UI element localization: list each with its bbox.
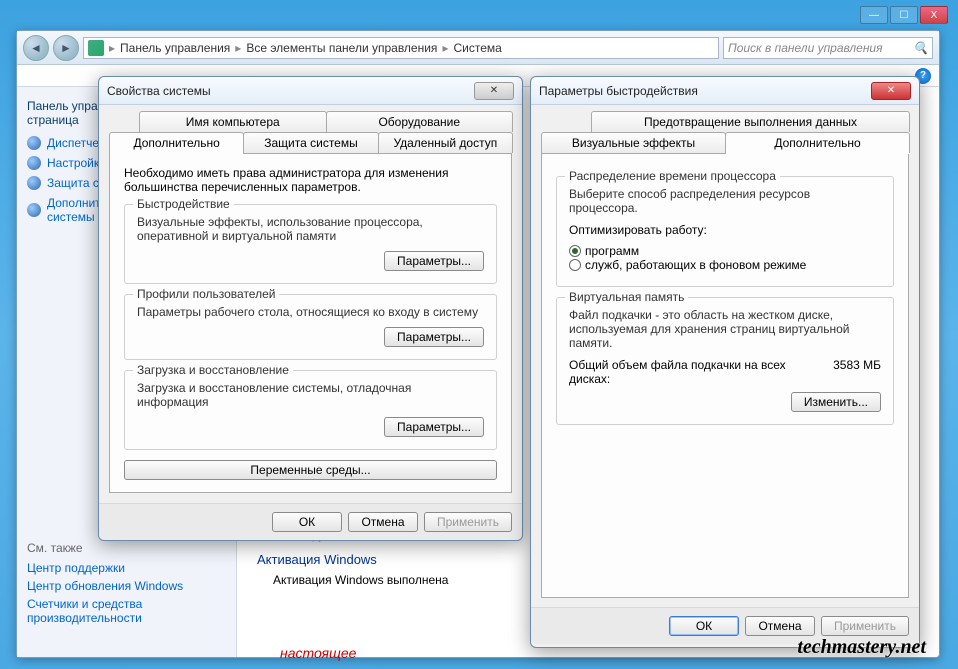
tab-advanced[interactable]: Дополнительно xyxy=(109,132,244,153)
dialog-titlebar[interactable]: Параметры быстродействия ✕ xyxy=(531,77,919,105)
admin-note: Необходимо иметь права администратора дл… xyxy=(124,166,497,194)
radio-programs[interactable]: программ xyxy=(569,244,639,258)
chevron-right-icon: ▸ xyxy=(106,41,118,55)
breadcrumb[interactable]: ▸ Панель управления ▸ Все элементы панел… xyxy=(83,37,719,59)
see-also-action-center[interactable]: Центр поддержки xyxy=(27,559,227,577)
breadcrumb-leaf[interactable]: Система xyxy=(453,41,501,55)
close-button[interactable]: X xyxy=(920,6,948,24)
vmem-change-button[interactable]: Изменить... xyxy=(791,392,881,412)
tab-advanced[interactable]: Дополнительно xyxy=(725,132,910,153)
forward-button[interactable]: ► xyxy=(53,35,79,61)
tab-remote[interactable]: Удаленный доступ xyxy=(378,132,513,153)
vmem-total-label: Общий объем файла подкачки на всех диска… xyxy=(569,358,799,386)
ok-button[interactable]: ОК xyxy=(669,616,739,636)
apply-button[interactable]: Применить xyxy=(424,512,512,532)
window-controls: — ☐ X xyxy=(860,6,948,24)
radio-dot-icon xyxy=(569,259,581,271)
group-desc: Загрузка и восстановление системы, отлад… xyxy=(137,381,484,409)
see-also: См. также Центр поддержки Центр обновлен… xyxy=(27,541,227,627)
search-icon: 🔍 xyxy=(913,41,928,55)
radio-dot-icon xyxy=(569,245,581,257)
radio-label: программ xyxy=(585,244,639,258)
group-title: Распределение времени процессора xyxy=(565,169,780,183)
chevron-right-icon: ▸ xyxy=(439,41,451,55)
performance-settings-button[interactable]: Параметры... xyxy=(384,251,484,271)
close-button[interactable]: ✕ xyxy=(871,82,911,100)
performance-group: Быстродействие Визуальные эффекты, испол… xyxy=(124,204,497,284)
tab-hardware[interactable]: Оборудование xyxy=(326,111,514,132)
shield-icon xyxy=(27,176,41,190)
vmem-total-value: 3583 МБ xyxy=(833,358,881,386)
cancel-button[interactable]: Отмена xyxy=(745,616,815,636)
boot-group: Загрузка и восстановление Загрузка и вос… xyxy=(124,370,497,450)
dialog-titlebar[interactable]: Свойства системы ✕ xyxy=(99,77,522,105)
radio-services[interactable]: служб, работающих в фоновом режиме xyxy=(569,258,806,272)
activation-status: Активация Windows выполнена xyxy=(257,573,498,587)
address-bar: ◄ ► ▸ Панель управления ▸ Все элементы п… xyxy=(17,31,939,65)
system-properties-dialog: Свойства системы ✕ Имя компьютера Оборуд… xyxy=(98,76,523,541)
apply-button[interactable]: Применить xyxy=(821,616,909,636)
group-desc: Выберите способ распределения ресурсов п… xyxy=(569,187,881,215)
see-also-perf-tools[interactable]: Счетчики и средства производительности xyxy=(27,595,227,627)
taskbar-text: настоящее xyxy=(280,645,356,661)
group-title: Профили пользователей xyxy=(133,287,279,301)
env-vars-button[interactable]: Переменные среды... xyxy=(124,460,497,480)
boot-settings-button[interactable]: Параметры... xyxy=(384,417,484,437)
vmem-group: Виртуальная память Файл подкачки - это о… xyxy=(556,297,894,425)
cancel-button[interactable]: Отмена xyxy=(348,512,418,532)
dialog-title: Параметры быстродействия xyxy=(539,84,871,98)
search-input[interactable]: Поиск в панели управления 🔍 xyxy=(723,37,933,59)
group-desc: Параметры рабочего стола, относящиеся ко… xyxy=(137,305,484,319)
shield-icon xyxy=(27,136,41,150)
back-button[interactable]: ◄ xyxy=(23,35,49,61)
dialog-title: Свойства системы xyxy=(107,84,474,98)
close-button[interactable]: ✕ xyxy=(474,82,514,100)
group-desc: Файл подкачки - это область на жестком д… xyxy=(569,308,881,350)
tab-visual-effects[interactable]: Визуальные эффекты xyxy=(541,132,726,153)
scheduling-group: Распределение времени процессора Выберит… xyxy=(556,176,894,287)
shield-icon xyxy=(27,156,41,170)
group-title: Загрузка и восстановление xyxy=(133,363,293,377)
chevron-right-icon: ▸ xyxy=(232,41,244,55)
search-placeholder: Поиск в панели управления xyxy=(728,41,883,55)
performance-options-dialog: Параметры быстродействия ✕ Предотвращени… xyxy=(530,76,920,648)
tab-system-protection[interactable]: Защита системы xyxy=(243,132,378,153)
group-title: Виртуальная память xyxy=(565,290,688,304)
profiles-settings-button[interactable]: Параметры... xyxy=(384,327,484,347)
shield-icon xyxy=(27,203,41,217)
control-panel-icon xyxy=(88,40,104,56)
optimize-label: Оптимизировать работу: xyxy=(569,223,881,237)
radio-label: служб, работающих в фоновом режиме xyxy=(585,258,806,272)
ok-button[interactable]: ОК xyxy=(272,512,342,532)
group-desc: Визуальные эффекты, использование процес… xyxy=(137,215,484,243)
breadcrumb-mid[interactable]: Все элементы панели управления xyxy=(246,41,437,55)
minimize-button[interactable]: — xyxy=(860,6,888,24)
activation-title: Активация Windows xyxy=(257,552,498,567)
see-also-windows-update[interactable]: Центр обновления Windows xyxy=(27,577,227,595)
tab-dep[interactable]: Предотвращение выполнения данных xyxy=(591,111,910,132)
see-also-title: См. также xyxy=(27,541,227,555)
tab-computer-name[interactable]: Имя компьютера xyxy=(139,111,327,132)
maximize-button[interactable]: ☐ xyxy=(890,6,918,24)
group-title: Быстродействие xyxy=(133,197,234,211)
watermark: techmastery.net xyxy=(797,636,926,659)
breadcrumb-root[interactable]: Панель управления xyxy=(120,41,230,55)
profiles-group: Профили пользователей Параметры рабочего… xyxy=(124,294,497,360)
